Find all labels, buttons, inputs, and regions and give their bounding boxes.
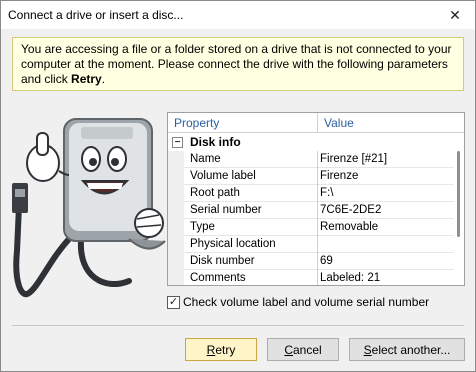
row-key: Root path bbox=[184, 185, 318, 202]
row-value bbox=[318, 236, 454, 253]
banner-text-end: . bbox=[101, 72, 106, 86]
table-row[interactable]: Physical location bbox=[168, 236, 454, 253]
grid-scrollbar[interactable] bbox=[454, 133, 464, 285]
divider bbox=[12, 325, 464, 326]
grid-header: Property Value bbox=[168, 113, 464, 133]
window-title: Connect a drive or insert a disc... bbox=[8, 8, 184, 22]
table-row[interactable]: Comments Labeled: 21 bbox=[168, 270, 454, 285]
disk-info-grid: Property Value − Disk info Name Firenze … bbox=[167, 112, 465, 286]
cancel-button[interactable]: Cancel bbox=[267, 338, 339, 361]
drive-mascot-illustration bbox=[12, 118, 166, 298]
table-row[interactable]: Disk number 69 bbox=[168, 253, 454, 270]
select-another-button[interactable]: Select another... bbox=[349, 338, 465, 361]
scrollbar-thumb[interactable] bbox=[457, 151, 460, 237]
row-value: Firenze [#21] bbox=[320, 153, 388, 165]
table-row[interactable]: Name Firenze [#21] bbox=[168, 151, 454, 168]
table-row[interactable]: Volume label Firenze bbox=[168, 168, 454, 185]
row-value: Firenze bbox=[320, 170, 359, 182]
dialog-window: Connect a drive or insert a disc... ✕ Yo… bbox=[0, 0, 476, 372]
table-row[interactable]: Root path F:\ bbox=[168, 185, 454, 202]
title-bar: Connect a drive or insert a disc... ✕ bbox=[1, 1, 475, 29]
row-value: Labeled: 21 bbox=[320, 272, 381, 284]
group-label: Disk info bbox=[190, 135, 241, 149]
row-value: Removable bbox=[320, 221, 379, 233]
info-banner: You are accessing a file or a folder sto… bbox=[12, 37, 464, 91]
row-key: Name bbox=[184, 151, 318, 168]
column-header-property[interactable]: Property bbox=[168, 113, 318, 133]
row-value: 7C6E-2DE2 bbox=[320, 204, 382, 216]
verify-checkbox-row[interactable]: ✓ Check volume label and volume serial n… bbox=[167, 294, 429, 310]
group-row-disk-info[interactable]: − Disk info bbox=[168, 134, 454, 151]
table-row[interactable]: Serial number 7C6E-2DE2 bbox=[168, 202, 454, 219]
banner-bold-word: Retry bbox=[71, 72, 102, 86]
row-value: F:\ bbox=[320, 187, 334, 199]
table-row[interactable]: Type Removable bbox=[168, 219, 454, 236]
row-key: Disk number bbox=[184, 253, 318, 270]
collapse-icon[interactable]: − bbox=[172, 137, 183, 148]
row-value: 69 bbox=[320, 255, 333, 267]
retry-button[interactable]: Retry bbox=[185, 338, 257, 361]
column-header-value[interactable]: Value bbox=[318, 113, 454, 133]
verify-checkbox-label[interactable]: Check volume label and volume serial num… bbox=[183, 295, 429, 309]
row-key: Type bbox=[184, 219, 318, 236]
row-key: Volume label bbox=[184, 168, 318, 185]
row-key: Serial number bbox=[184, 202, 318, 219]
row-key: Physical location bbox=[184, 236, 318, 253]
row-key: Comments bbox=[184, 270, 318, 285]
verify-checkbox[interactable]: ✓ bbox=[167, 295, 180, 309]
close-icon[interactable]: ✕ bbox=[435, 1, 475, 29]
